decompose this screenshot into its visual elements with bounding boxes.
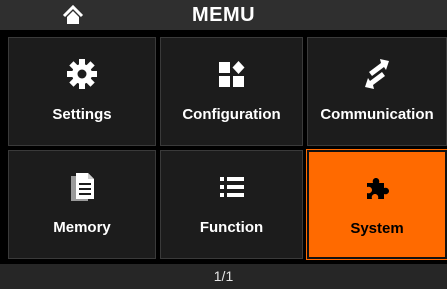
page-indicator: 1/1 <box>213 268 234 284</box>
communication-tile[interactable]: Communication <box>307 37 447 146</box>
gear-icon <box>9 56 155 92</box>
list-icon <box>161 169 302 205</box>
home-icon <box>62 5 84 24</box>
memory-label: Memory <box>53 219 111 236</box>
function-label: Function <box>199 219 264 236</box>
home-button[interactable] <box>60 3 86 27</box>
settings-tile[interactable]: Settings <box>8 37 156 146</box>
puzzle-icon <box>309 170 445 206</box>
communication-label: Communication <box>320 106 434 123</box>
system-label: System <box>350 220 404 237</box>
memory-document-icon <box>9 169 155 205</box>
title-bar: MEMU <box>0 0 447 30</box>
footer-bar: 1/1 <box>0 264 447 289</box>
memory-tile[interactable]: Memory <box>8 150 156 259</box>
configuration-icon <box>161 56 302 92</box>
settings-label: Settings <box>52 106 112 123</box>
system-tile[interactable]: System <box>306 149 447 260</box>
function-tile[interactable]: Function <box>160 150 303 259</box>
configuration-label: Configuration <box>182 106 281 123</box>
configuration-tile[interactable]: Configuration <box>160 37 303 146</box>
communication-arrows-icon <box>308 56 446 92</box>
